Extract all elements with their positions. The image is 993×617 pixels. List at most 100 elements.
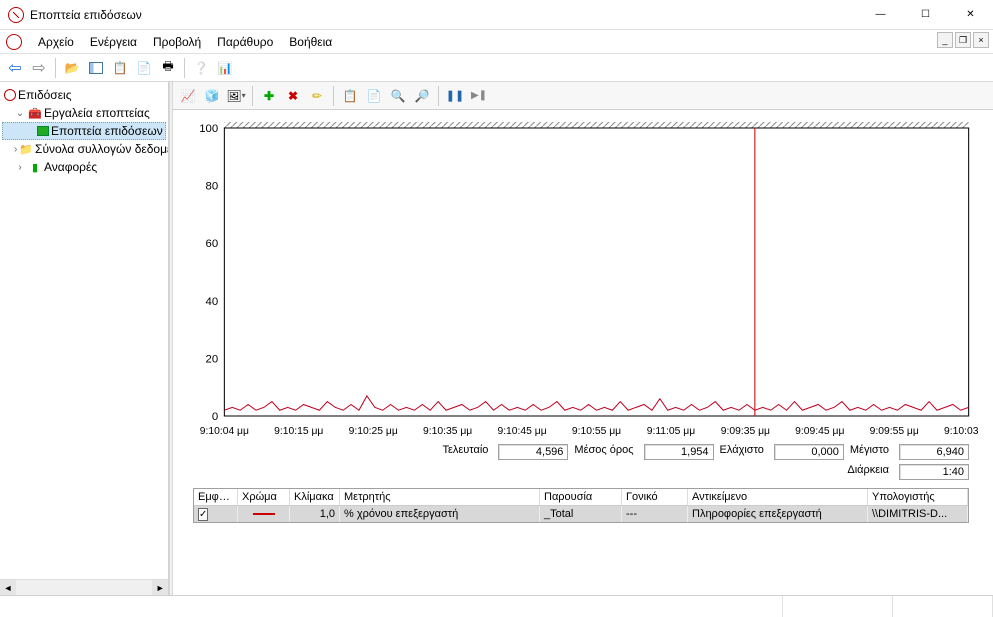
viewlog-button[interactable]: 📊	[214, 57, 236, 79]
mdi-minimize-button[interactable]: _	[937, 32, 953, 48]
counter-legend[interactable]: Εμφάνι... Χρώμα Κλίμακα Μετρητής Παρουσί…	[193, 488, 969, 523]
view-current-button[interactable]: 📈	[177, 85, 199, 107]
export-icon: 📄	[137, 61, 152, 75]
delete-counter-button[interactable]: ✖	[282, 85, 304, 107]
tree-reports[interactable]: › ▮ Αναφορές	[2, 158, 166, 176]
counter-properties-button[interactable]: 🔍	[387, 85, 409, 107]
copy-button[interactable]: 📋	[339, 85, 361, 107]
menu-view[interactable]: Προβολή	[145, 32, 209, 52]
plus-icon: ✚	[264, 89, 274, 103]
minimize-button[interactable]: —	[858, 0, 903, 29]
properties-icon: 📋	[113, 61, 128, 75]
menu-action[interactable]: Ενέργεια	[82, 32, 145, 52]
svg-text:9:10:55 μμ: 9:10:55 μμ	[572, 426, 621, 437]
row-parent: ---	[622, 506, 688, 522]
collapse-icon[interactable]: ⌄	[14, 108, 26, 119]
reports-icon: ▮	[28, 160, 42, 174]
panel-icon	[89, 62, 103, 74]
change-graph-button[interactable]: 🖼▾	[225, 85, 247, 107]
properties-button[interactable]: 📋	[109, 57, 131, 79]
col-computer[interactable]: Υπολογιστής	[868, 489, 968, 505]
svg-text:9:09:35 μμ: 9:09:35 μμ	[721, 426, 770, 437]
tree-node2-label: Σύνολα συλλογών δεδομένων	[35, 142, 169, 156]
legend-header: Εμφάνι... Χρώμα Κλίμακα Μετρητής Παρουσί…	[194, 489, 968, 506]
open-button[interactable]: 📂	[61, 57, 83, 79]
viewlog-icon: 📊	[218, 61, 233, 75]
print-button[interactable]: 🖶	[157, 57, 179, 79]
chart-type-icon: 📈	[181, 89, 196, 103]
zoom-icon: 🔎	[415, 89, 430, 103]
menu-file[interactable]: Αρχείο	[30, 32, 82, 52]
tools-icon: 🧰	[28, 106, 42, 120]
copy-icon: 📋	[343, 89, 358, 103]
mdi-restore-button[interactable]: ❐	[955, 32, 971, 48]
min-label: Ελάχιστο	[720, 444, 768, 460]
svg-text:9:10:35 μμ: 9:10:35 μμ	[423, 426, 472, 437]
last-label: Τελευταίο	[442, 444, 492, 460]
help-button[interactable]: ❔	[190, 57, 212, 79]
nav-tree[interactable]: Επιδόσεις ⌄ 🧰 Εργαλεία εποπτείας Εποπτεί…	[0, 82, 168, 180]
avg-value: 1,954	[644, 444, 714, 460]
svg-text:60: 60	[206, 238, 219, 250]
col-counter[interactable]: Μετρητής	[340, 489, 540, 505]
col-color[interactable]: Χρώμα	[238, 489, 290, 505]
cube-icon: 🧊	[205, 89, 220, 103]
svg-text:9:10:25 μμ: 9:10:25 μμ	[349, 426, 398, 437]
svg-text:9:10:45 μμ: 9:10:45 μμ	[497, 426, 546, 437]
tree-data-collectors[interactable]: › 📁 Σύνολα συλλογών δεδομένων	[2, 140, 166, 158]
avg-label: Μέσος όρος	[574, 444, 637, 460]
min-value: 0,000	[774, 444, 844, 460]
tree-monitoring-tools[interactable]: ⌄ 🧰 Εργαλεία εποπτείας	[2, 104, 166, 122]
highlight-icon: ✏	[312, 89, 322, 103]
export-button[interactable]: 📄	[133, 57, 155, 79]
tree-performance-monitor[interactable]: Εποπτεία επιδόσεων	[2, 122, 166, 140]
scroll-left-button[interactable]: ◄	[0, 580, 16, 596]
sidebar: Επιδόσεις ⌄ 🧰 Εργαλεία εποπτείας Εποπτεί…	[0, 82, 169, 595]
add-counter-button[interactable]: ✚	[258, 85, 280, 107]
sidebar-horizontal-scrollbar[interactable]: ◄ ►	[0, 579, 168, 595]
col-scale[interactable]: Κλίμακα	[290, 489, 340, 505]
col-parent[interactable]: Γονικό	[622, 489, 688, 505]
zoom-button[interactable]: 🔎	[411, 85, 433, 107]
tree-node1-child-label: Εποπτεία επιδόσεων	[51, 124, 163, 138]
maximize-button[interactable]: ☐	[903, 0, 948, 29]
col-object[interactable]: Αντικείμενο	[688, 489, 868, 505]
tree-root[interactable]: Επιδόσεις	[2, 86, 166, 104]
expand-icon[interactable]: ›	[14, 144, 17, 155]
back-button[interactable]: ⇦	[4, 57, 26, 79]
highlight-button[interactable]: ✏	[306, 85, 328, 107]
help-icon: ❔	[194, 61, 209, 75]
stats-row-1: Τελευταίο 4,596 Μέσος όρος 1,954 Ελάχιστ…	[183, 440, 979, 460]
expand-icon-2[interactable]: ›	[14, 162, 26, 173]
menu-window[interactable]: Παράθυρο	[209, 32, 281, 52]
view-log-button[interactable]: 🧊	[201, 85, 223, 107]
col-show[interactable]: Εμφάνι...	[194, 489, 238, 505]
duration-label: Διάρκεια	[847, 464, 893, 480]
forward-button[interactable]: ⇨	[28, 57, 50, 79]
performance-chart[interactable]: 0204060801009:10:04 μμ9:10:15 μμ9:10:25 …	[183, 120, 979, 440]
svg-text:9:09:45 μμ: 9:09:45 μμ	[795, 426, 844, 437]
svg-text:40: 40	[206, 296, 219, 308]
svg-text:9:10:03 μμ: 9:10:03 μμ	[944, 426, 979, 437]
scroll-right-button[interactable]: ►	[152, 580, 168, 596]
mdi-close-button[interactable]: ×	[973, 32, 989, 48]
freeze-button[interactable]: ❚❚	[444, 85, 466, 107]
paste-button[interactable]: 📄	[363, 85, 385, 107]
show-checkbox[interactable]: ✓	[198, 508, 208, 521]
col-instance[interactable]: Παρουσία	[540, 489, 622, 505]
tree-root-label: Επιδόσεις	[18, 88, 72, 102]
chart-area: 0204060801009:10:04 μμ9:10:15 μμ9:10:25 …	[173, 110, 993, 595]
back-icon: ⇦	[8, 58, 21, 78]
menu-help[interactable]: Βοήθεια	[281, 32, 340, 52]
window-title: Εποπτεία επιδόσεων	[30, 8, 142, 22]
svg-text:9:11:05 μμ: 9:11:05 μμ	[647, 426, 696, 437]
folder-icon: 📂	[65, 61, 80, 75]
main-area: Επιδόσεις ⌄ 🧰 Εργαλεία εποπτείας Εποπτεί…	[0, 82, 993, 595]
forward-icon: ⇨	[32, 58, 45, 78]
update-button[interactable]: ▶❚	[468, 85, 490, 107]
max-value: 6,940	[899, 444, 969, 460]
close-button[interactable]: ✕	[948, 0, 993, 29]
svg-text:0: 0	[212, 411, 218, 423]
show-hide-tree-button[interactable]	[85, 57, 107, 79]
legend-row[interactable]: ✓ 1,0 % χρόνου επεξεργαστή _Total --- Πλ…	[194, 506, 968, 522]
